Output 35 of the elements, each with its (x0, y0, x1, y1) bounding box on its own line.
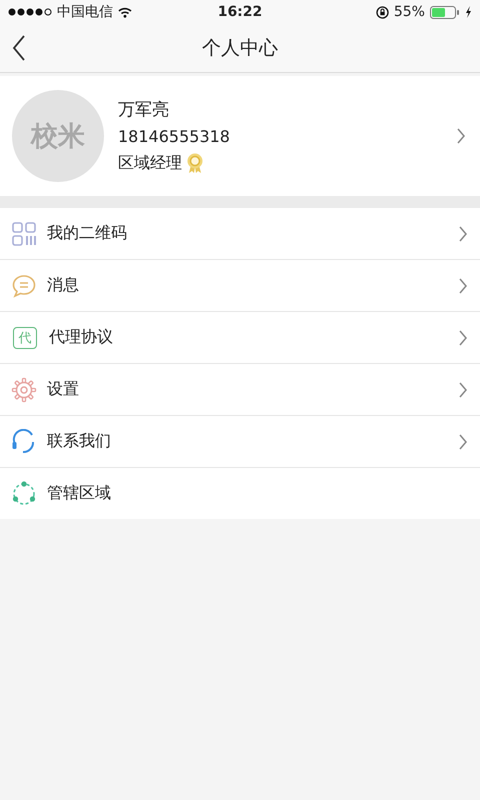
user-role: 区域经理 (118, 152, 182, 174)
back-icon[interactable] (12, 35, 26, 61)
chat-bubble-icon (11, 272, 37, 298)
rotation-lock-icon (376, 6, 389, 18)
profile-card[interactable]: 校米 万军亮 18146555318 区域经理 (0, 76, 480, 196)
wifi-icon (118, 6, 132, 18)
battery-icon (430, 6, 460, 18)
menu-item[interactable]: 设置 (0, 364, 480, 416)
chevron-icon (455, 127, 466, 145)
qr-code-icon (11, 220, 37, 246)
menu-label: 我的二维码 (47, 223, 128, 244)
menu-label: 代理协议 (49, 327, 114, 348)
phone-number: 18146555318 (118, 127, 231, 146)
menu-label: 消息 (47, 275, 80, 296)
battery-percent: 55% (394, 4, 425, 20)
medal-icon (186, 152, 204, 174)
avatar: 校米 (12, 90, 104, 182)
menu-item[interactable]: 我的二维码 (0, 208, 480, 260)
menu-item[interactable]: 消息 (0, 260, 480, 312)
page-title: 个人中心 (202, 36, 278, 61)
menu-item[interactable]: 管辖区域 (0, 468, 480, 519)
status-time: 16:22 (218, 4, 262, 20)
menu-item[interactable]: 代 代理协议 (0, 312, 480, 364)
menu-item[interactable]: 联系我们 (0, 416, 480, 468)
menu-label: 管辖区域 (47, 483, 112, 504)
charging-icon (464, 6, 472, 18)
menu-label: 设置 (47, 379, 80, 400)
menu-label: 联系我们 (47, 431, 112, 452)
user-name: 万军亮 (118, 99, 170, 121)
signal-icon (8, 7, 52, 17)
settings-icon (11, 376, 37, 402)
agent-icon: 代 (13, 326, 37, 348)
headset-icon (11, 428, 37, 454)
carrier-name: 中国电信 (57, 3, 113, 21)
dotted-circle-icon (11, 480, 37, 506)
